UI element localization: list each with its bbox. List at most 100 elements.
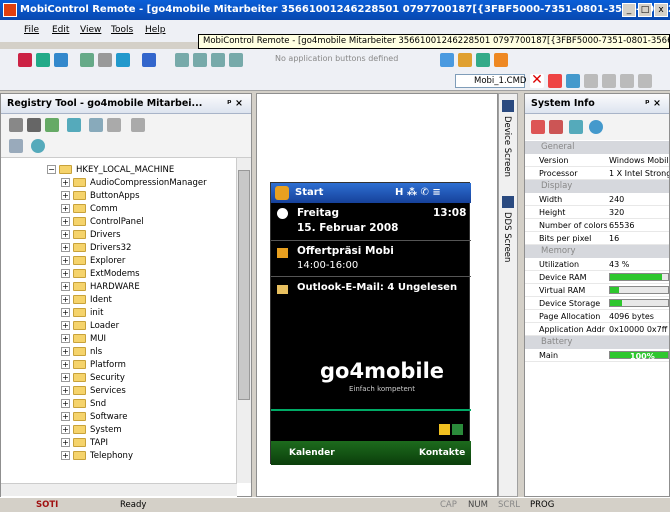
expand-icon[interactable]: + xyxy=(61,217,70,226)
category-display[interactable]: Display xyxy=(525,180,669,193)
expand-icon[interactable]: + xyxy=(61,399,70,408)
tab-device-screen[interactable]: Device Screen xyxy=(502,116,512,177)
registry-key[interactable]: + Ident xyxy=(61,294,112,307)
registry-export-icon[interactable] xyxy=(107,118,121,132)
prop-device-ram[interactable]: Device RAM xyxy=(525,271,669,284)
registry-key[interactable]: + Drivers32 xyxy=(61,242,131,255)
sysinfo-help-icon[interactable] xyxy=(589,120,603,134)
expand-icon[interactable]: + xyxy=(61,360,70,369)
maximize-button[interactable]: □ xyxy=(638,3,652,17)
registry-edit-icon[interactable] xyxy=(45,118,59,132)
expand-icon[interactable]: + xyxy=(61,308,70,317)
tab-dds-screen[interactable]: DDS Screen xyxy=(502,212,512,262)
category-battery[interactable]: Battery xyxy=(525,336,669,349)
tool-home-icon[interactable] xyxy=(54,53,68,67)
registry-key[interactable]: + Platform xyxy=(61,359,126,372)
tool-connect-icon[interactable] xyxy=(18,53,32,67)
tool-app3-icon[interactable] xyxy=(211,53,225,67)
close-button[interactable]: x xyxy=(654,3,668,17)
registry-import-icon[interactable] xyxy=(89,118,103,132)
appointment-title[interactable]: Offertpräsi Mobi xyxy=(297,245,394,257)
expand-icon[interactable]: + xyxy=(61,321,70,330)
tool-refresh-icon[interactable] xyxy=(116,53,130,67)
registry-key[interactable]: + Comm xyxy=(61,203,118,216)
registry-key[interactable]: + Loader xyxy=(61,320,119,333)
copy-icon[interactable] xyxy=(566,74,580,88)
expand-icon[interactable]: + xyxy=(61,373,70,382)
tool-monitor-icon[interactable] xyxy=(80,53,94,67)
expand-icon[interactable]: + xyxy=(61,230,70,239)
menu-help[interactable]: Help xyxy=(145,25,166,35)
tool-app1-icon[interactable] xyxy=(175,53,189,67)
expand-icon[interactable]: + xyxy=(61,438,70,447)
expand-icon[interactable]: + xyxy=(61,334,70,343)
category-general[interactable]: General xyxy=(525,141,669,154)
expand-icon[interactable]: + xyxy=(61,243,70,252)
expand-icon[interactable]: + xyxy=(61,412,70,421)
expand-icon[interactable]: + xyxy=(61,282,70,291)
registry-key[interactable]: + Software xyxy=(61,411,127,424)
registry-key[interactable]: + nls xyxy=(61,346,102,359)
expand-icon[interactable]: + xyxy=(61,191,70,200)
script-select[interactable]: Mobi_1.CMD xyxy=(455,74,526,88)
registry-key[interactable]: + Services xyxy=(61,385,126,398)
menu-view[interactable]: View xyxy=(80,25,101,35)
sysinfo-refresh-icon[interactable] xyxy=(569,120,583,134)
list-icon[interactable] xyxy=(620,74,634,88)
expand-icon[interactable]: + xyxy=(61,347,70,356)
tool-search-icon[interactable] xyxy=(440,53,454,67)
prop-app-address[interactable]: Application Addr 0x10000 0x7ff xyxy=(525,323,669,336)
registry-key[interactable]: + Telephony xyxy=(61,450,133,463)
file-icon[interactable] xyxy=(602,74,616,88)
menu-tools[interactable]: Tools xyxy=(111,25,133,35)
tool-window-icon[interactable] xyxy=(98,53,112,67)
menu-file[interactable]: File xyxy=(24,25,39,35)
tool-users-icon[interactable] xyxy=(36,53,50,67)
registry-key[interactable]: + ButtonApps xyxy=(61,190,140,203)
registry-refresh-icon[interactable] xyxy=(67,118,81,132)
expand-icon[interactable]: + xyxy=(61,178,70,187)
record-icon[interactable] xyxy=(548,74,562,88)
registry-new-icon[interactable] xyxy=(9,118,23,132)
expand-icon[interactable]: + xyxy=(61,269,70,278)
prop-device-storage[interactable]: Device Storage xyxy=(525,297,669,310)
expand-icon[interactable]: + xyxy=(61,256,70,265)
registry-key[interactable]: + ControlPanel xyxy=(61,216,144,229)
minimize-button[interactable]: _ xyxy=(622,3,636,17)
expand-icon[interactable]: + xyxy=(61,295,70,304)
tool-app4-icon[interactable] xyxy=(229,53,243,67)
menu-edit[interactable]: Edit xyxy=(52,25,69,35)
mail-status[interactable]: Outlook-E-Mail: 4 Ungelesen xyxy=(297,282,457,293)
tool-app2-icon[interactable] xyxy=(193,53,207,67)
registry-key[interactable]: + Drivers xyxy=(61,229,121,242)
registry-key[interactable]: + AudioCompressionManager xyxy=(61,177,207,190)
registry-options-icon[interactable] xyxy=(131,118,145,132)
registry-key[interactable]: + TAPI xyxy=(61,437,108,450)
device-screen[interactable]: Start H ⁂ ✆ ≡ Freitag 15. Februar 2008 1… xyxy=(270,182,471,465)
tool-settings-icon[interactable] xyxy=(142,53,156,67)
edit-icon[interactable] xyxy=(638,74,652,88)
registry-key[interactable]: + HARDWARE xyxy=(61,281,140,294)
tool-chart-icon[interactable] xyxy=(494,53,508,67)
sysinfo-tool2-icon[interactable] xyxy=(549,120,563,134)
tool-gear-icon[interactable] xyxy=(476,53,490,67)
sysinfo-tool1-icon[interactable] xyxy=(531,120,545,134)
registry-delete-icon[interactable] xyxy=(27,118,41,132)
start-label[interactable]: Start xyxy=(295,187,323,198)
registry-vscrollbar[interactable] xyxy=(236,158,251,483)
registry-key[interactable]: + init xyxy=(61,307,103,320)
registry-vscroll-thumb[interactable] xyxy=(238,170,250,400)
registry-key[interactable]: + System xyxy=(61,424,122,437)
registry-key[interactable]: + MUI xyxy=(61,333,106,346)
expand-icon[interactable]: + xyxy=(61,425,70,434)
tree-root[interactable]: − HKEY_LOCAL_MACHINE xyxy=(47,164,174,177)
registry-view-icon[interactable] xyxy=(9,139,23,153)
registry-key[interactable]: + Snd xyxy=(61,398,106,411)
system-info-pin-close[interactable]: ᵖ × xyxy=(645,94,661,114)
registry-hscrollbar[interactable] xyxy=(1,483,237,496)
softkey-kontakte[interactable]: Kontakte xyxy=(419,441,465,465)
registry-key[interactable]: + Explorer xyxy=(61,255,125,268)
category-memory[interactable]: Memory xyxy=(525,245,669,258)
stop-icon[interactable]: ✕ xyxy=(530,73,544,88)
registry-key[interactable]: + ExtModems xyxy=(61,268,140,281)
